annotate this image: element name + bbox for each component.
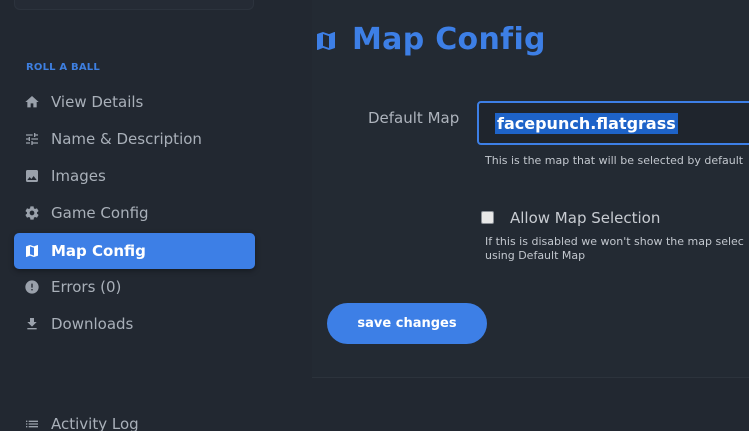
sidebar-item-label: Activity Log xyxy=(51,415,139,431)
sidebar-item-images[interactable]: Images xyxy=(14,158,255,194)
sidebar-item-activity-log[interactable]: Activity Log xyxy=(14,406,255,431)
sidebar-item-name-description[interactable]: Name & Description xyxy=(14,121,255,157)
gear-icon xyxy=(23,204,41,222)
download-icon xyxy=(23,315,41,333)
sidebar-item-label: Game Config xyxy=(51,204,149,222)
sidebar-item-label: View Details xyxy=(51,93,144,111)
sidebar-item-errors[interactable]: Errors (0) xyxy=(14,269,255,305)
allow-map-selection-label: Allow Map Selection xyxy=(510,209,661,227)
image-icon xyxy=(23,167,41,185)
sidebar-item-label: Errors (0) xyxy=(51,278,122,296)
sidebar-section-title: ROLL A BALL xyxy=(26,62,100,73)
map-icon xyxy=(314,27,338,53)
sidebar-item-view-details[interactable]: View Details xyxy=(14,84,255,120)
allow-map-selection-help: If this is disabled we won't show the ma… xyxy=(485,235,744,248)
map-icon xyxy=(23,242,41,260)
sidebar-item-label: Downloads xyxy=(51,315,134,333)
sidebar-item-map-config[interactable]: Map Config xyxy=(14,233,255,269)
list-icon xyxy=(23,415,41,431)
sidebar-item-downloads[interactable]: Downloads xyxy=(14,306,255,342)
sidebar-item-label: Map Config xyxy=(51,242,146,260)
sliders-icon xyxy=(23,130,41,148)
default-map-help: This is the map that will be selected by… xyxy=(485,154,744,167)
default-map-label: Default Map xyxy=(368,109,460,127)
sidebar-item-game-config[interactable]: Game Config xyxy=(14,195,255,231)
home-icon xyxy=(23,93,41,111)
sidebar-header-box xyxy=(14,0,254,10)
page-title-text: Map Config xyxy=(352,22,546,57)
save-button[interactable]: save changes xyxy=(327,303,487,344)
alert-circle-icon xyxy=(23,278,41,296)
allow-map-selection-checkbox[interactable] xyxy=(481,211,494,224)
sidebar-item-label: Name & Description xyxy=(51,130,202,148)
page-title: Map Config xyxy=(314,22,546,57)
sidebar: ROLL A BALL View Details Name & Descript… xyxy=(0,0,270,431)
default-map-value: facepunch.flatgrass xyxy=(495,112,678,134)
allow-map-selection-help-2: using Default Map xyxy=(485,249,586,262)
sidebar-item-label: Images xyxy=(51,167,106,185)
default-map-input[interactable]: facepunch.flatgrass xyxy=(477,101,749,145)
